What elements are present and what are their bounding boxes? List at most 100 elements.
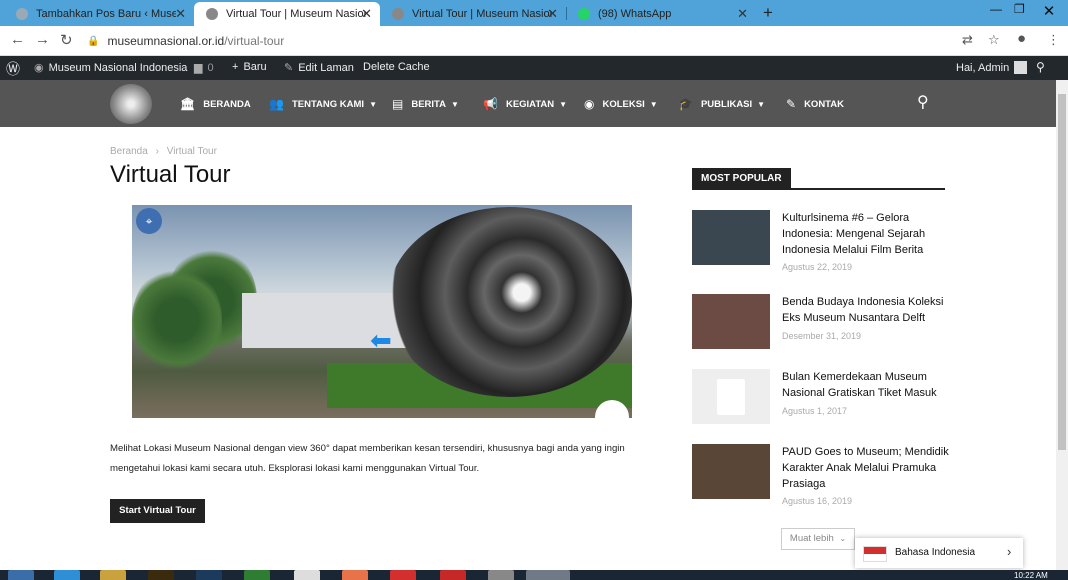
url-path: /virtual-tour: [224, 34, 285, 48]
virtual-tour-panorama[interactable]: ⬅ ⌖: [132, 205, 632, 418]
nav-item-tentang-kami[interactable]: 👥 TENTANG KAMI ▼: [269, 97, 377, 111]
post-thumbnail[interactable]: [692, 210, 770, 265]
close-icon[interactable]: ✕: [175, 6, 186, 22]
url-input[interactable]: 🔒 museumnasional.or.id/virtual-tour: [87, 30, 947, 52]
language-label: Bahasa Indonesia: [895, 547, 976, 558]
photoshop-icon[interactable]: [196, 570, 222, 580]
page-scrollbar[interactable]: [1056, 80, 1068, 570]
lock-icon: 🔒: [87, 35, 100, 47]
whatsapp-icon: [578, 8, 590, 20]
nav-item-kegiatan[interactable]: 📢 KEGIATAN ▼: [483, 97, 567, 111]
post-title[interactable]: Bulan Kemerdekaan Museum Nasional Gratis…: [782, 369, 952, 401]
cache-label: Delete Cache: [363, 61, 430, 73]
browser-tab-bar: Tambahkan Pos Baru ‹ Museum N ✕ Virtual …: [0, 0, 1068, 26]
post-title[interactable]: Benda Budaya Indonesia Koleksi Eks Museu…: [782, 294, 952, 326]
users-icon: 👥: [269, 97, 284, 111]
new-label: Baru: [243, 61, 267, 73]
scrollbar-thumb[interactable]: [1058, 94, 1066, 450]
powerpoint-icon[interactable]: [342, 570, 368, 580]
new-tab-button[interactable]: +: [763, 3, 773, 23]
sculpture: [387, 207, 632, 397]
chevron-down-icon: ▼: [757, 99, 766, 109]
site-name-link[interactable]: ◉ Museum Nasional Indonesia: [34, 61, 187, 75]
close-window-icon[interactable]: ✕: [1030, 2, 1068, 24]
edit-page-link[interactable]: ✎ Edit Laman: [284, 61, 354, 75]
nav-item-koleksi[interactable]: ◉ KOLEKSI ▼: [584, 97, 658, 111]
comments-link[interactable]: ▆ 0: [194, 61, 214, 75]
search-icon[interactable]: ⚲: [917, 92, 929, 112]
post-thumbnail[interactable]: [692, 444, 770, 499]
chevron-right-icon: ›: [1007, 544, 1012, 559]
close-icon[interactable]: ✕: [361, 6, 372, 22]
nav-label: KOLEKSI: [602, 98, 645, 110]
document-app-icon[interactable]: [294, 570, 320, 580]
post-title[interactable]: PAUD Goes to Museum; Mendidik Karakter A…: [782, 444, 952, 492]
chevron-down-icon: ▼: [451, 99, 459, 109]
illustrator-icon[interactable]: [148, 570, 174, 580]
post-title[interactable]: Kulturlsinema #6 – Gelora Indonesia: Men…: [782, 210, 952, 258]
target-icon: ◉: [584, 97, 595, 111]
main-navigation: 🏛 BERANDA 👥 TENTANG KAMI ▼ ▤ BERITA ▼ 📢 …: [0, 80, 1068, 127]
nav-item-kontak[interactable]: ✎ KONTAK: [786, 97, 844, 111]
nav-item-berita[interactable]: ▤ BERITA ▼: [392, 97, 459, 111]
minimize-icon[interactable]: —: [990, 2, 1002, 16]
app-icon[interactable]: [488, 570, 514, 580]
browser-tab-active[interactable]: Virtual Tour | Museum Nasional Indo ✕: [194, 2, 380, 26]
nav-item-publikasi[interactable]: 🎓 PUBLIKASI ▼: [678, 97, 765, 111]
popular-post[interactable]: Benda Budaya Indonesia Koleksi Eks Museu…: [692, 294, 952, 354]
url-host: museumnasional.or.id: [107, 34, 225, 48]
indonesia-flag-icon: [863, 546, 887, 562]
breadcrumb-separator: ›: [155, 146, 159, 157]
translate-icon[interactable]: ⇄: [962, 32, 973, 48]
account-menu[interactable]: Hai, Admin: [956, 61, 1028, 74]
popular-post[interactable]: PAUD Goes to Museum; Mendidik Karakter A…: [692, 444, 952, 509]
bookmark-star-icon[interactable]: ☆: [988, 32, 1000, 48]
menu-dots-icon[interactable]: ⋮: [1047, 32, 1060, 48]
opera-icon[interactable]: [440, 570, 466, 580]
windows-taskbar: 10:22 AM: [0, 570, 1068, 580]
wordpress-logo-icon[interactable]: Ⓦ: [6, 59, 20, 79]
excel-icon[interactable]: [244, 570, 270, 580]
language-switcher[interactable]: Bahasa Indonesia ›: [855, 538, 1023, 568]
ie-icon[interactable]: [54, 570, 80, 580]
close-icon[interactable]: ✕: [547, 6, 558, 22]
comments-count: 0: [207, 61, 214, 74]
nav-label: TENTANG KAMI: [291, 98, 365, 110]
dashboard-icon: ◉: [34, 62, 44, 74]
document-icon[interactable]: [692, 369, 770, 424]
chrome-icon[interactable]: [526, 570, 570, 580]
post-thumbnail[interactable]: [692, 294, 770, 349]
map-pin-icon[interactable]: ⌖: [136, 208, 162, 234]
browser-tab[interactable]: Tambahkan Pos Baru ‹ Museum N ✕: [4, 2, 194, 26]
back-icon[interactable]: ←: [10, 31, 25, 48]
nav-item-beranda[interactable]: 🏛 BERANDA: [180, 97, 251, 111]
restore-icon[interactable]: ❐: [1014, 2, 1025, 16]
breadcrumb-home[interactable]: Beranda: [110, 146, 148, 157]
post-date: Agustus 22, 2019: [782, 262, 853, 272]
site-logo[interactable]: [110, 84, 152, 124]
breadcrumb-current: Virtual Tour: [166, 146, 217, 157]
popular-post[interactable]: Bulan Kemerdekaan Museum Nasional Gratis…: [692, 369, 952, 429]
browser-tab[interactable]: Virtual Tour | Museum Nasional Indo ✕: [380, 2, 566, 26]
page-description: Melihat Lokasi Museum Nasional dengan vi…: [110, 443, 625, 474]
address-bar-row: ← → ↻ 🔒 museumnasional.or.id/virtual-tou…: [0, 26, 1068, 56]
browser-tab[interactable]: (98) WhatsApp ✕: [566, 2, 756, 26]
new-content-link[interactable]: + Baru: [232, 61, 267, 73]
tree: [132, 265, 222, 375]
delete-cache-link[interactable]: Delete Cache: [363, 61, 430, 73]
reload-icon[interactable]: ↻: [60, 31, 73, 49]
breadcrumb: Beranda › Virtual Tour: [110, 146, 217, 157]
start-virtual-tour-button[interactable]: Start Virtual Tour: [110, 499, 205, 523]
graduation-cap-icon: 🎓: [678, 97, 693, 111]
arrow-left-icon[interactable]: ⬅: [370, 325, 392, 356]
popular-post[interactable]: Kulturlsinema #6 – Gelora Indonesia: Men…: [692, 210, 952, 275]
folder-icon[interactable]: [100, 570, 126, 580]
load-more-button[interactable]: Muat lebih ⌄: [781, 528, 855, 550]
app-icon[interactable]: [390, 570, 416, 580]
start-icon[interactable]: [8, 570, 34, 580]
profile-icon[interactable]: ●: [1017, 30, 1026, 47]
close-icon[interactable]: ✕: [737, 6, 748, 22]
forward-icon[interactable]: →: [35, 31, 50, 48]
admin-search-icon[interactable]: ⚲: [1036, 60, 1045, 74]
page-title: Virtual Tour: [110, 161, 231, 188]
